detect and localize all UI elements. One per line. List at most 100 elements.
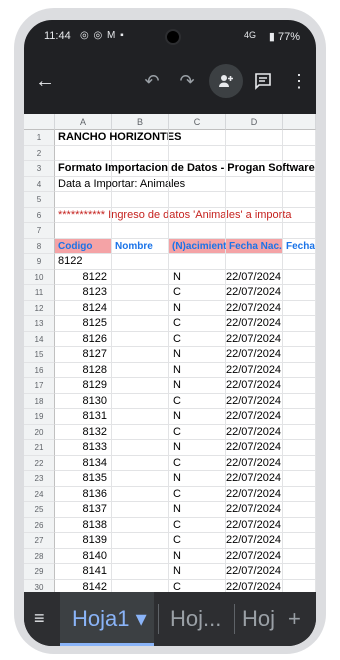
tab-hoja2[interactable]: Hoj... — [164, 592, 234, 646]
cell-b5[interactable] — [112, 192, 169, 208]
row-header[interactable]: 19 — [24, 409, 55, 425]
cell-a17[interactable]: 8129 — [55, 378, 112, 394]
row-header[interactable]: 30 — [24, 579, 55, 592]
cell-b19[interactable] — [112, 409, 169, 425]
cell-a14[interactable]: 8126 — [55, 331, 112, 347]
cell-b13[interactable] — [112, 316, 169, 332]
cell-b4[interactable] — [112, 176, 169, 192]
row-header[interactable]: 16 — [24, 362, 55, 378]
cell-b28[interactable] — [112, 548, 169, 564]
cell-d12[interactable]: 22/07/2024 — [226, 300, 283, 316]
cell-d26[interactable]: 22/07/2024 — [226, 517, 283, 533]
cell-a19[interactable]: 8131 — [55, 409, 112, 425]
cell-b27[interactable] — [112, 533, 169, 549]
column-header-a[interactable]: A — [55, 114, 112, 130]
cell-b16[interactable] — [112, 362, 169, 378]
cell-c2[interactable] — [169, 145, 226, 161]
cell-e19[interactable] — [283, 409, 316, 425]
row-header[interactable]: 13 — [24, 316, 55, 332]
cell-e5[interactable] — [283, 192, 316, 208]
corner-select-all[interactable] — [24, 114, 55, 130]
cell-b29[interactable] — [112, 564, 169, 580]
cell-e24[interactable] — [283, 486, 316, 502]
cell-b10[interactable] — [112, 269, 169, 285]
cell-c19[interactable]: N — [169, 409, 226, 425]
cell-d13[interactable]: 22/07/2024 — [226, 316, 283, 332]
cell-d29[interactable]: 22/07/2024 — [226, 564, 283, 580]
column-header-e[interactable] — [283, 114, 316, 130]
cell-b12[interactable] — [112, 300, 169, 316]
cell-b11[interactable] — [112, 285, 169, 301]
cell-d18[interactable]: 22/07/2024 — [226, 393, 283, 409]
row-header[interactable]: 14 — [24, 331, 55, 347]
row-header[interactable]: 24 — [24, 486, 55, 502]
cell-a10[interactable]: 8122 — [55, 269, 112, 285]
row-header[interactable]: 25 — [24, 502, 55, 518]
cell-b9[interactable] — [112, 254, 169, 270]
cell-c11[interactable]: C — [169, 285, 226, 301]
cell-b22[interactable] — [112, 455, 169, 471]
cell-c24[interactable]: C — [169, 486, 226, 502]
cell-e8[interactable]: Fecha — [283, 238, 316, 254]
cell-b20[interactable] — [112, 424, 169, 440]
row-header[interactable]: 11 — [24, 285, 55, 301]
cell-a8[interactable]: Codigo — [55, 238, 112, 254]
cell-a4[interactable]: Data a Importar: Animales — [55, 176, 185, 192]
cell-e18[interactable] — [283, 393, 316, 409]
cell-c6[interactable] — [169, 207, 226, 223]
cell-e25[interactable] — [283, 502, 316, 518]
cell-b14[interactable] — [112, 331, 169, 347]
row-header[interactable]: 10 — [24, 269, 55, 285]
cell-c23[interactable]: N — [169, 471, 226, 487]
cell-b6[interactable] — [112, 207, 169, 223]
cell-e20[interactable] — [283, 424, 316, 440]
cell-a30[interactable]: 8142 — [55, 579, 112, 592]
cell-e26[interactable] — [283, 517, 316, 533]
cell-c1[interactable] — [169, 130, 226, 146]
cell-c5[interactable] — [169, 192, 226, 208]
cell-c3[interactable] — [169, 161, 226, 177]
cell-a21[interactable]: 8133 — [55, 440, 112, 456]
row-header[interactable]: 29 — [24, 564, 55, 580]
cell-d20[interactable]: 22/07/2024 — [226, 424, 283, 440]
add-person-icon[interactable] — [209, 64, 243, 98]
cell-a12[interactable]: 8124 — [55, 300, 112, 316]
cell-d30[interactable]: 22/07/2024 — [226, 579, 283, 592]
cell-a11[interactable]: 8123 — [55, 285, 112, 301]
redo-icon[interactable]: ↷ — [174, 68, 200, 94]
cell-b1[interactable] — [112, 130, 169, 146]
row-header[interactable]: 21 — [24, 440, 55, 456]
cell-c27[interactable]: C — [169, 533, 226, 549]
row-header[interactable]: 12 — [24, 300, 55, 316]
cell-d16[interactable]: 22/07/2024 — [226, 362, 283, 378]
cell-a26[interactable]: 8138 — [55, 517, 112, 533]
cell-e11[interactable] — [283, 285, 316, 301]
cell-e4[interactable] — [283, 176, 316, 192]
row-header[interactable]: 8 — [24, 238, 55, 254]
cell-d14[interactable]: 22/07/2024 — [226, 331, 283, 347]
cell-e2[interactable] — [283, 145, 316, 161]
cell-c28[interactable]: N — [169, 548, 226, 564]
add-sheet-icon[interactable]: + — [288, 606, 301, 632]
cell-a16[interactable]: 8128 — [55, 362, 112, 378]
cell-d25[interactable]: 22/07/2024 — [226, 502, 283, 518]
cell-d23[interactable]: 22/07/2024 — [226, 471, 283, 487]
row-header[interactable]: 1 — [24, 130, 55, 146]
row-header[interactable]: 7 — [24, 223, 55, 239]
cell-d22[interactable]: 22/07/2024 — [226, 455, 283, 471]
cell-c13[interactable]: C — [169, 316, 226, 332]
row-header[interactable]: 20 — [24, 424, 55, 440]
cell-b3[interactable] — [112, 161, 169, 177]
tab-hoja1[interactable]: Hoja1 ▾ — [60, 592, 154, 646]
cell-a28[interactable]: 8140 — [55, 548, 112, 564]
cell-a15[interactable]: 8127 — [55, 347, 112, 363]
cell-e10[interactable] — [283, 269, 316, 285]
cell-a5[interactable] — [55, 192, 112, 208]
row-header[interactable]: 9 — [24, 254, 55, 270]
row-header[interactable]: 5 — [24, 192, 55, 208]
cell-e1[interactable] — [283, 130, 316, 146]
cell-d1[interactable] — [226, 130, 283, 146]
cell-a13[interactable]: 8125 — [55, 316, 112, 332]
cell-a18[interactable]: 8130 — [55, 393, 112, 409]
more-vert-icon[interactable]: ⋮ — [286, 68, 312, 94]
